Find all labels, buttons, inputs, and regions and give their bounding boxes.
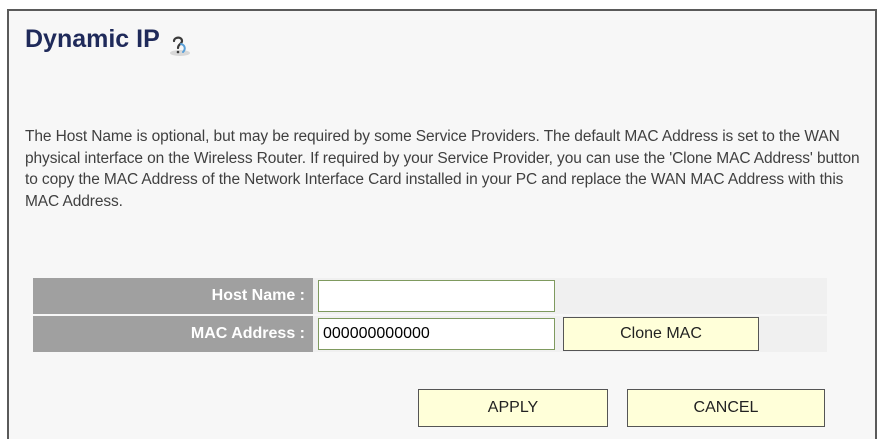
host-name-row: Host Name :: [33, 278, 827, 314]
host-name-label: Host Name :: [33, 278, 313, 314]
cancel-button[interactable]: CANCEL: [627, 389, 825, 427]
host-name-input[interactable]: [318, 280, 555, 312]
mac-address-label: MAC Address :: [33, 316, 313, 352]
apply-button[interactable]: APPLY: [418, 389, 608, 427]
description-text: The Host Name is optional, but may be re…: [25, 128, 860, 210]
mac-address-row: MAC Address : Clone MAC: [33, 316, 827, 352]
page-title: Dynamic IP: [25, 25, 160, 53]
title-row: Dynamic IP: [25, 25, 192, 56]
mac-address-input[interactable]: [318, 318, 555, 350]
dynamic-ip-panel: Dynamic IP The Host Name is optional, bu…: [7, 9, 877, 439]
help-icon[interactable]: [166, 32, 192, 58]
clone-mac-button[interactable]: Clone MAC: [563, 317, 759, 351]
